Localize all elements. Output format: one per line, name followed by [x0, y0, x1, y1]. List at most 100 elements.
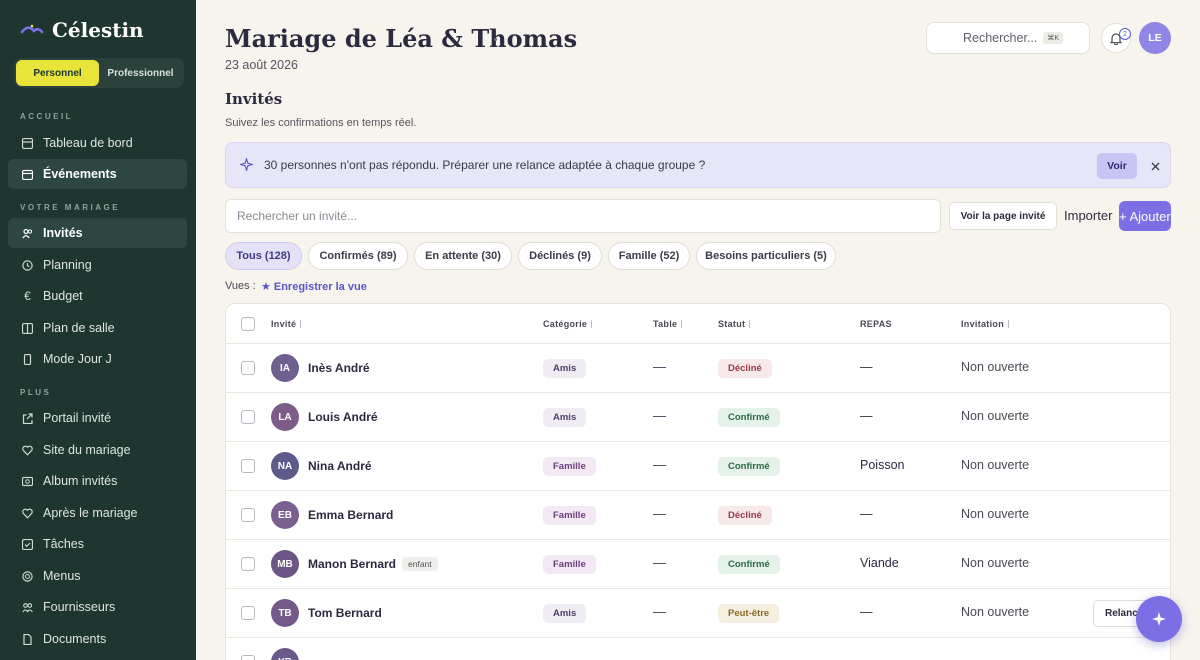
row-checkbox[interactable] — [241, 410, 255, 424]
table-row[interactable]: EB Emma Bernard Famille — Décliné — Non ouvert… — [226, 491, 1170, 540]
guest-name[interactable]: Emma Bernard — [308, 508, 393, 522]
meal-cell: — — [860, 507, 873, 521]
sidebar-item-album-invites[interactable]: Album invités — [8, 466, 187, 496]
guest-avatar: LA — [271, 403, 299, 431]
mode-professionnel-button[interactable]: Professionnel — [99, 60, 182, 86]
add-guest-button[interactable]: + Ajouter — [1119, 201, 1171, 231]
sidebar-item-planning[interactable]: Planning — [8, 250, 187, 280]
close-icon[interactable] — [1145, 156, 1165, 176]
sidebar-item-label: Après le mariage — [43, 506, 138, 520]
row-checkbox[interactable] — [241, 655, 255, 660]
table-row[interactable]: YB — [226, 638, 1170, 660]
row-checkbox[interactable] — [241, 557, 255, 571]
table-cell: — — [653, 408, 666, 423]
row-checkbox[interactable] — [241, 606, 255, 620]
column-invite[interactable]: Invité — [271, 319, 303, 329]
sidebar-item-mode-jour-j[interactable]: Mode Jour J — [8, 344, 187, 374]
sidebar-item-portail-invite[interactable]: Portail invité — [8, 403, 187, 433]
user-avatar[interactable]: LE — [1139, 22, 1171, 54]
share-icon — [22, 412, 33, 424]
guest-name[interactable]: Inès André — [308, 361, 370, 375]
sidebar-item-label: Plan de salle — [43, 321, 115, 335]
guest-avatar: YB — [271, 648, 299, 660]
check-square-icon — [22, 538, 33, 550]
row-checkbox[interactable] — [241, 459, 255, 473]
column-statut[interactable]: Statut — [718, 319, 752, 329]
table-cell: — — [653, 457, 666, 472]
category-badge: Amis — [543, 604, 587, 623]
guest-name[interactable]: Tom Bernard — [308, 606, 382, 620]
sparkle-icon — [1152, 612, 1166, 626]
mode-personnel-button[interactable]: Personnel — [16, 60, 99, 86]
voir-page-invite-button[interactable]: Voir la page invité — [949, 202, 1057, 230]
category-badge: Amis — [543, 359, 587, 378]
table-row[interactable]: NA Nina André Famille — Confirmé Poisson Non o… — [226, 442, 1170, 491]
sidebar-item-tableau-de-bord[interactable]: Tableau de bord — [8, 128, 187, 158]
guest-name[interactable]: Nina André — [308, 459, 372, 473]
invitation-status: Non ouverte — [961, 556, 1030, 570]
sidebar-item-label: Planning — [43, 258, 92, 272]
filter-tous[interactable]: Tous (128) — [225, 242, 302, 270]
category-badge: Famille — [543, 555, 596, 574]
star-icon: ★ — [261, 281, 271, 293]
status-badge: Confirmé — [718, 555, 780, 574]
invitation-status: Non ouverte — [961, 507, 1030, 521]
column-invitation[interactable]: Invitation — [961, 319, 1011, 329]
meal-cell: — — [860, 605, 873, 619]
global-search-placeholder: Rechercher... — [963, 31, 1038, 45]
sidebar-item-documents[interactable]: Documents — [8, 624, 187, 654]
row-checkbox[interactable] — [241, 361, 255, 375]
sidebar-item-plan-de-salle[interactable]: Plan de salle — [8, 313, 187, 343]
sidebar-item-apres-le-mariage[interactable]: Après le mariage — [8, 498, 187, 528]
sidebar-item-evenements[interactable]: Événements — [8, 159, 187, 189]
assistant-fab-button[interactable] — [1136, 596, 1182, 642]
save-view-button[interactable]: ★ Enregistrer la vue — [261, 280, 367, 294]
table-row[interactable]: TB Tom Bernard Amis — Peut-être — Non ouverte R… — [226, 589, 1170, 638]
brand-logo[interactable]: Célestin — [20, 18, 144, 42]
table-row[interactable]: IA Inès André Amis — Décliné — Non ouverte — [226, 344, 1170, 393]
sidebar-item-fournisseurs[interactable]: Fournisseurs — [8, 592, 187, 622]
notifications-button[interactable]: 2 — [1101, 23, 1131, 53]
table-cell: — — [653, 506, 666, 521]
calendar-icon — [22, 169, 33, 180]
section-label-accueil: ACCUEIL — [20, 112, 74, 121]
table-row[interactable]: MB Manon Bernard enfant Famille — Confirmé Via… — [226, 540, 1170, 589]
users-icon — [22, 228, 33, 239]
sidebar-item-taches[interactable]: Tâches — [8, 529, 187, 559]
section-label-plus: PLUS — [20, 388, 52, 397]
guest-name[interactable]: Manon Bernard — [308, 557, 396, 571]
sidebar-item-invites[interactable]: Invités — [8, 218, 187, 248]
sidebar-item-label: Documents — [43, 632, 107, 646]
filter-besoins-particuliers[interactable]: Besoins particuliers (5) — [696, 242, 836, 270]
filter-en-attente[interactable]: En attente (30) — [414, 242, 512, 270]
column-categorie[interactable]: Catégorie — [543, 319, 594, 329]
import-button[interactable]: Importer — [1064, 208, 1112, 223]
status-badge: Confirmé — [718, 408, 780, 427]
wedding-date: 23 août 2026 — [225, 58, 298, 72]
table-row[interactable]: LA Louis André Amis — Confirmé — Non ouverte — [226, 393, 1170, 442]
file-icon — [22, 633, 33, 645]
sparkle-icon — [240, 158, 253, 171]
sidebar-item-menus[interactable]: Menus — [8, 561, 187, 591]
select-all-checkbox[interactable] — [241, 317, 255, 331]
filter-declines[interactable]: Déclinés (9) — [518, 242, 602, 270]
sort-icon — [681, 320, 684, 328]
sidebar-item-site-du-mariage[interactable]: Site du mariage — [8, 435, 187, 465]
guest-name[interactable]: Louis André — [308, 410, 378, 424]
sort-icon — [1008, 320, 1011, 328]
sidebar-item-budget[interactable]: € Budget — [8, 281, 187, 311]
global-search[interactable]: Rechercher... ⌘K — [926, 22, 1090, 54]
meal-cell: Viande — [860, 556, 899, 570]
guest-avatar: NA — [271, 452, 299, 480]
status-badge: Peut-être — [718, 604, 780, 623]
row-checkbox[interactable] — [241, 508, 255, 522]
column-table[interactable]: Table — [653, 319, 684, 329]
banner-voir-button[interactable]: Voir — [1097, 153, 1137, 179]
guest-search-input[interactable]: Rechercher un invité... — [225, 199, 941, 233]
phone-icon — [22, 353, 33, 365]
image-icon — [22, 476, 33, 487]
filter-famille[interactable]: Famille (52) — [608, 242, 690, 270]
filter-confirmes[interactable]: Confirmés (89) — [308, 242, 408, 270]
sort-icon — [749, 320, 752, 328]
mode-switch: Personnel Professionnel — [14, 58, 184, 88]
